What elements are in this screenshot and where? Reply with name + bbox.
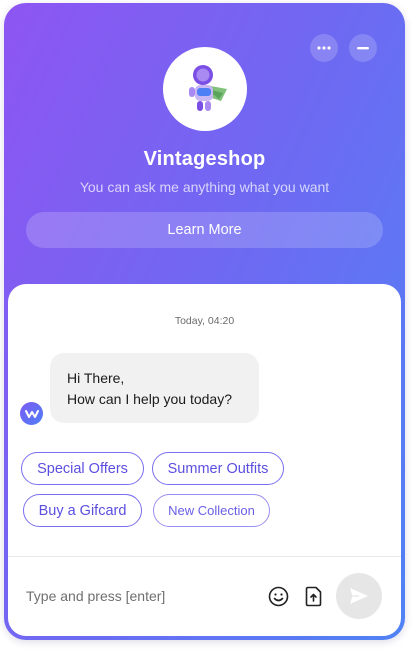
page-subtitle: You can ask me anything what you want: [79, 179, 330, 195]
file-upload-icon: [305, 586, 321, 606]
learn-more-button[interactable]: Learn More: [26, 212, 383, 248]
message-timestamp: Today, 04:20: [174, 315, 235, 327]
quick-reply-summer-outfits[interactable]: Summer Outfits: [152, 452, 284, 485]
bot-avatar-small: [20, 402, 43, 425]
quick-reply-new-collection[interactable]: New Collection: [153, 494, 270, 527]
astronaut-mascot-icon: [189, 65, 227, 111]
send-icon: [350, 588, 368, 604]
emoji-button[interactable]: [266, 584, 290, 608]
minimize-icon: [357, 46, 369, 49]
bot-avatar-large: [163, 47, 247, 131]
message-line: Hi There,: [67, 370, 125, 386]
bot-logo-icon: [24, 409, 39, 418]
send-button[interactable]: [336, 573, 382, 619]
upload-button[interactable]: [301, 584, 325, 608]
page-title: Vintageshop: [143, 148, 266, 170]
quick-reply-special-offers[interactable]: Special Offers: [21, 452, 144, 485]
quick-reply-buy-gifcard[interactable]: Buy a Gifcard: [23, 494, 142, 527]
message-input[interactable]: [26, 584, 246, 608]
minimize-button[interactable]: [349, 34, 377, 62]
more-horizontal-icon: [317, 46, 331, 50]
smiley-icon: [268, 586, 288, 606]
chat-widget: Vintageshop You can ask me anything what…: [4, 3, 405, 640]
more-options-button[interactable]: [310, 34, 338, 62]
composer-divider: [8, 556, 401, 557]
bot-message-bubble: Hi There, How can I help you today?: [50, 353, 259, 423]
chat-panel: Today, 04:20 Hi There, How can I help yo…: [8, 284, 401, 636]
message-line: How can I help you today?: [67, 391, 232, 407]
